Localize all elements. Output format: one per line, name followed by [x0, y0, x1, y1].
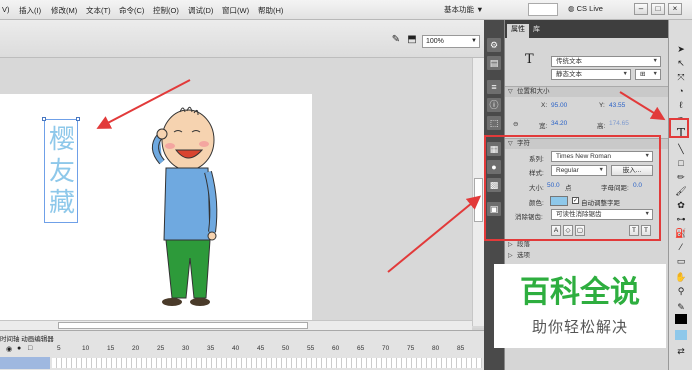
annotation-arrows	[96, 79, 666, 273]
arrow-to-character-panel	[387, 195, 482, 273]
arrow-to-text-field	[96, 79, 191, 129]
arrow-to-text-tool	[619, 91, 666, 121]
